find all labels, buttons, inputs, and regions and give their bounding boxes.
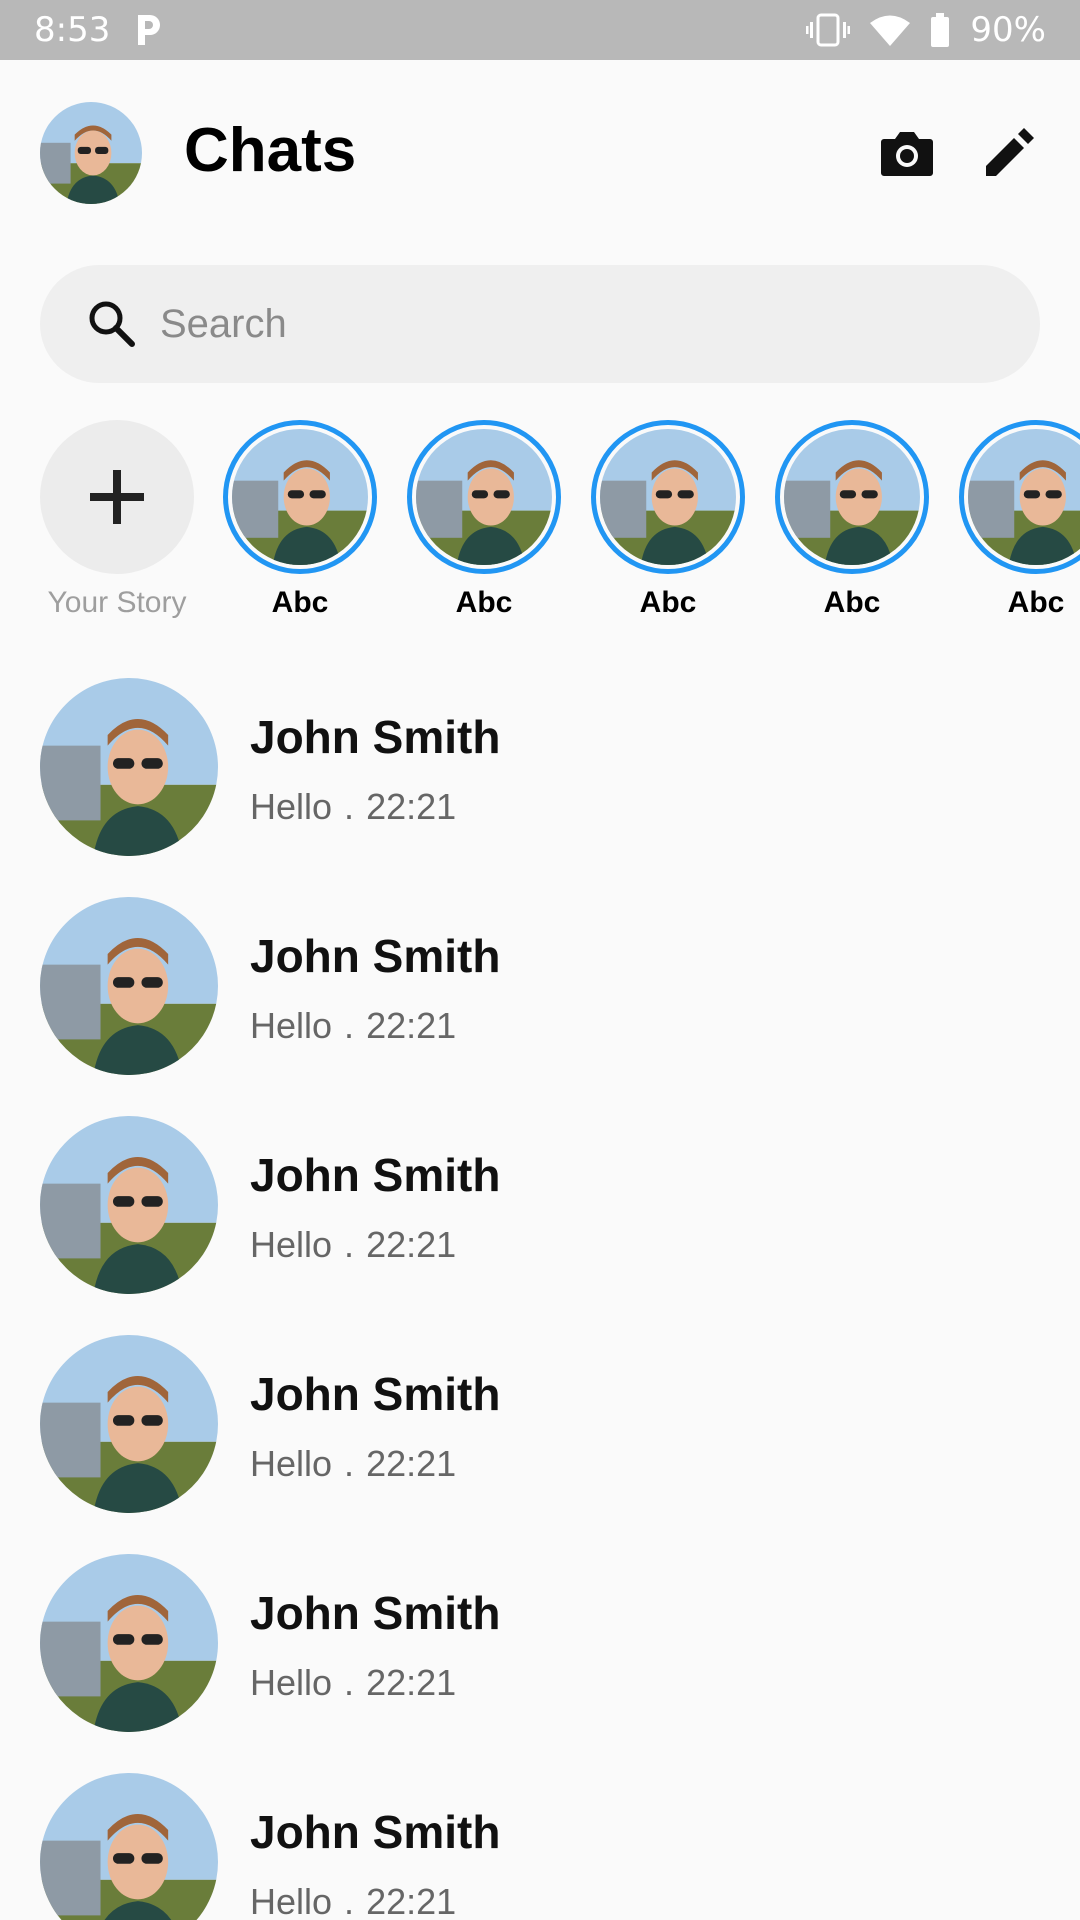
edit-icon xyxy=(984,128,1034,178)
chat-time: 22:21 xyxy=(366,1443,457,1484)
stories-row: Your Story Abc Abc Abc Abc Abc xyxy=(0,420,1080,630)
chat-preview: Hello. 22:21 xyxy=(250,1005,456,1047)
chat-separator: . xyxy=(344,1005,355,1046)
status-time: 8:53 xyxy=(34,10,111,50)
chat-separator: . xyxy=(344,786,355,827)
status-bar: 8:53 90% xyxy=(0,0,1080,60)
search-icon xyxy=(84,296,140,352)
camera-button[interactable] xyxy=(874,120,940,186)
chat-separator: . xyxy=(344,1662,355,1703)
chat-message: Hello xyxy=(250,1005,333,1046)
chat-name: John Smith xyxy=(250,1587,501,1639)
story-item[interactable]: Abc xyxy=(407,420,561,620)
story-name: Abc xyxy=(455,586,513,619)
page-title: Chats xyxy=(184,116,357,185)
chat-row[interactable]: John Smith Hello. 22:21 xyxy=(0,1554,1080,1754)
chat-avatar xyxy=(40,1335,218,1513)
chat-preview: Hello. 22:21 xyxy=(250,1881,456,1920)
vibrate-icon xyxy=(806,13,851,47)
story-avatar xyxy=(416,429,552,565)
chat-message: Hello xyxy=(250,1881,333,1920)
your-story-label: Your Story xyxy=(47,586,187,619)
chat-separator: . xyxy=(344,1224,355,1265)
chat-avatar xyxy=(40,678,218,856)
search-bar[interactable] xyxy=(40,265,1040,383)
chat-name: John Smith xyxy=(250,1368,501,1420)
story-item[interactable]: Abc xyxy=(775,420,929,620)
camera-icon xyxy=(880,129,934,177)
chat-row[interactable]: John Smith Hello. 22:21 xyxy=(0,1773,1080,1920)
chat-row[interactable]: John Smith Hello. 22:21 xyxy=(0,1116,1080,1316)
story-name: Abc xyxy=(823,586,881,619)
chat-name: John Smith xyxy=(250,930,501,982)
story-avatar xyxy=(600,429,736,565)
chat-time: 22:21 xyxy=(366,786,457,827)
battery-percent: 90% xyxy=(970,10,1046,50)
chat-row[interactable]: John Smith Hello. 22:21 xyxy=(0,1335,1080,1535)
chat-preview: Hello. 22:21 xyxy=(250,786,456,828)
chat-separator: . xyxy=(344,1881,355,1920)
chat-avatar xyxy=(40,1554,218,1732)
story-name: Abc xyxy=(1007,586,1065,619)
chat-row[interactable]: John Smith Hello. 22:21 xyxy=(0,678,1080,878)
chat-time: 22:21 xyxy=(366,1005,457,1046)
profile-avatar[interactable] xyxy=(40,102,142,204)
messenger-screen: 8:53 90% Chats Search Your Story Abc Abc… xyxy=(0,0,1080,1920)
story-avatar xyxy=(784,429,920,565)
chat-row[interactable]: John Smith Hello. 22:21 xyxy=(0,897,1080,1097)
story-item[interactable]: Abc xyxy=(223,420,377,620)
chat-preview: Hello. 22:21 xyxy=(250,1443,456,1485)
add-story-button[interactable] xyxy=(40,420,194,574)
chat-message: Hello xyxy=(250,786,333,827)
chat-avatar xyxy=(40,897,218,1075)
chat-message: Hello xyxy=(250,1443,333,1484)
app-header: Chats xyxy=(0,60,1080,240)
chat-time: 22:21 xyxy=(366,1662,457,1703)
wifi-icon xyxy=(870,14,911,46)
chat-separator: . xyxy=(344,1443,355,1484)
p-app-icon xyxy=(134,13,162,47)
chat-avatar xyxy=(40,1116,218,1294)
chat-name: John Smith xyxy=(250,711,501,763)
your-story[interactable]: Your Story xyxy=(40,420,194,620)
chat-preview: Hello. 22:21 xyxy=(250,1662,456,1704)
story-avatar xyxy=(968,429,1080,565)
chat-preview: Hello. 22:21 xyxy=(250,1224,456,1266)
chat-message: Hello xyxy=(250,1662,333,1703)
story-item[interactable]: Abc xyxy=(591,420,745,620)
story-name: Abc xyxy=(271,586,329,619)
chat-name: John Smith xyxy=(250,1806,501,1858)
new-message-button[interactable] xyxy=(976,120,1042,186)
plus-icon xyxy=(87,467,147,527)
search-input[interactable] xyxy=(160,301,960,347)
chat-name: John Smith xyxy=(250,1149,501,1201)
chat-time: 22:21 xyxy=(366,1881,457,1920)
story-avatar xyxy=(232,429,368,565)
chat-time: 22:21 xyxy=(366,1224,457,1265)
chat-avatar xyxy=(40,1773,218,1920)
story-item[interactable]: Abc xyxy=(959,420,1080,620)
story-name: Abc xyxy=(639,586,697,619)
chat-message: Hello xyxy=(250,1224,333,1265)
battery-icon xyxy=(930,13,950,47)
